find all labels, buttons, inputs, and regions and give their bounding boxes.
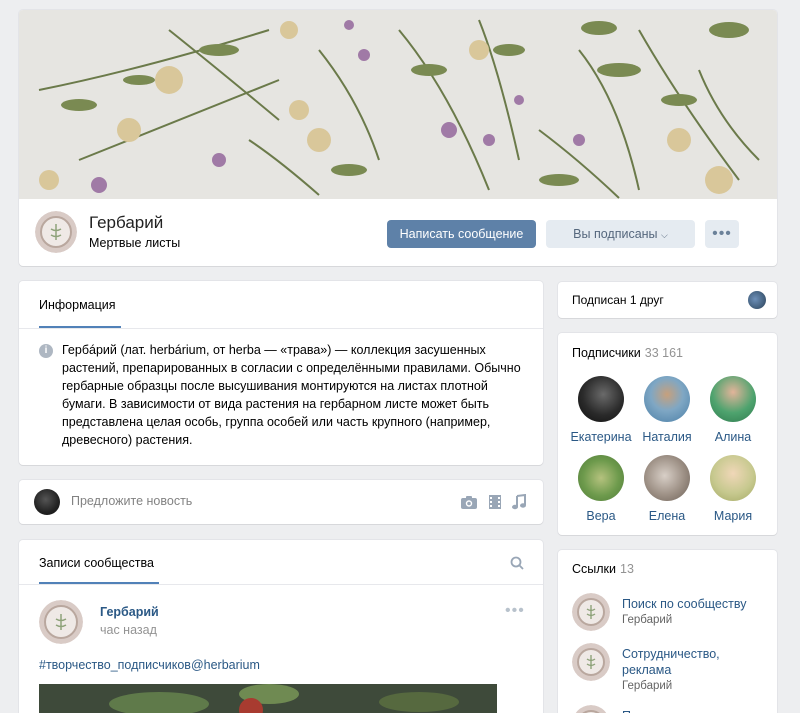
- links-header[interactable]: Ссылки 13: [572, 562, 634, 576]
- follower-name: Елена: [648, 509, 686, 523]
- post-time[interactable]: час назад: [100, 623, 157, 637]
- link-title[interactable]: Поиск по сообществу: [622, 596, 762, 612]
- follower-item[interactable]: Алина: [700, 376, 766, 444]
- link-item[interactable]: Поиск по сообществу Гербарий: [572, 593, 772, 633]
- post-more-button[interactable]: •••: [505, 602, 525, 620]
- info-card: Информация i Гербáрий (лат. herbárium, о…: [19, 281, 543, 465]
- suggest-news-input[interactable]: Предложите новость: [71, 494, 192, 508]
- post-image[interactable]: [39, 684, 497, 713]
- suggest-news-card: Предложите новость: [19, 480, 543, 524]
- follower-name: Мария: [713, 509, 753, 523]
- divider: [19, 328, 543, 329]
- music-icon[interactable]: [510, 494, 528, 510]
- group-status: Мертвые листы: [89, 236, 181, 250]
- links-count: 13: [620, 562, 634, 576]
- followers-card: Подписчики 33 161 Екатерина Наталия Алина…: [558, 333, 777, 535]
- tab-community-posts[interactable]: Записи сообщества: [39, 556, 154, 570]
- subscribed-button[interactable]: Вы подписаны ⌵: [546, 220, 695, 248]
- follower-name: Екатерина: [570, 430, 632, 444]
- link-item[interactable]: П: [572, 705, 772, 713]
- video-icon[interactable]: [486, 494, 504, 510]
- links-card: Ссылки 13 Поиск по сообществу Гербарий Со…: [558, 550, 777, 713]
- followers-title: Подписчики: [572, 346, 641, 360]
- follower-item[interactable]: Наталия: [634, 376, 700, 444]
- link-avatar: [572, 705, 610, 713]
- follower-avatar: [578, 455, 624, 501]
- follower-item[interactable]: Вера: [568, 455, 634, 523]
- follower-avatar: [578, 376, 624, 422]
- subscribed-label: Вы подписаны: [573, 227, 658, 241]
- link-item[interactable]: Сотрудничество, реклама Гербарий: [572, 643, 772, 693]
- post-author-avatar[interactable]: [39, 600, 83, 644]
- friends-subscribed-text: Подписан 1 друг: [572, 293, 664, 307]
- followers-count: 33 161: [644, 346, 683, 360]
- cover-image: [19, 10, 777, 199]
- info-description: Гербáрий (лат. herbárium, от herba — «тр…: [62, 343, 521, 447]
- friend-avatar[interactable]: [748, 291, 766, 309]
- group-title: Гербарий: [89, 213, 164, 232]
- post-hashtag-link[interactable]: #творчество_подписчиков@herbarium: [39, 658, 260, 672]
- info-icon: i: [39, 344, 53, 358]
- follower-avatar: [710, 376, 756, 422]
- search-icon[interactable]: [510, 556, 524, 570]
- follower-name: Вера: [586, 509, 616, 523]
- link-subtitle: Гербарий: [622, 614, 673, 626]
- wall-card: Записи сообщества Гербарий час назад •••…: [19, 540, 543, 713]
- post-author-link[interactable]: Гербарий: [100, 605, 159, 619]
- follower-item[interactable]: Елена: [634, 455, 700, 523]
- followers-header[interactable]: Подписчики 33 161: [572, 346, 683, 360]
- follower-item[interactable]: Мария: [700, 455, 766, 523]
- link-avatar: [572, 593, 610, 631]
- link-title[interactable]: П: [622, 708, 762, 713]
- follower-avatar: [644, 455, 690, 501]
- link-subtitle: Гербарий: [622, 680, 673, 692]
- camera-icon[interactable]: [460, 494, 478, 510]
- follower-avatar: [644, 376, 690, 422]
- links-title: Ссылки: [572, 562, 617, 576]
- divider: [19, 584, 543, 585]
- chevron-down-icon: ⌵: [661, 230, 668, 240]
- group-avatar[interactable]: [35, 211, 77, 253]
- send-message-button[interactable]: Написать сообщение: [387, 220, 536, 248]
- follower-avatar: [710, 455, 756, 501]
- link-title[interactable]: Сотрудничество, реклама: [622, 646, 762, 678]
- user-avatar: [34, 489, 60, 515]
- more-actions-button[interactable]: •••: [705, 220, 739, 248]
- tab-info[interactable]: Информация: [39, 298, 116, 312]
- follower-item[interactable]: Екатерина: [568, 376, 634, 444]
- friends-subscribed-card[interactable]: Подписан 1 друг: [558, 282, 777, 318]
- link-avatar: [572, 643, 610, 681]
- follower-name: Алина: [714, 430, 752, 444]
- follower-name: Наталия: [642, 430, 692, 444]
